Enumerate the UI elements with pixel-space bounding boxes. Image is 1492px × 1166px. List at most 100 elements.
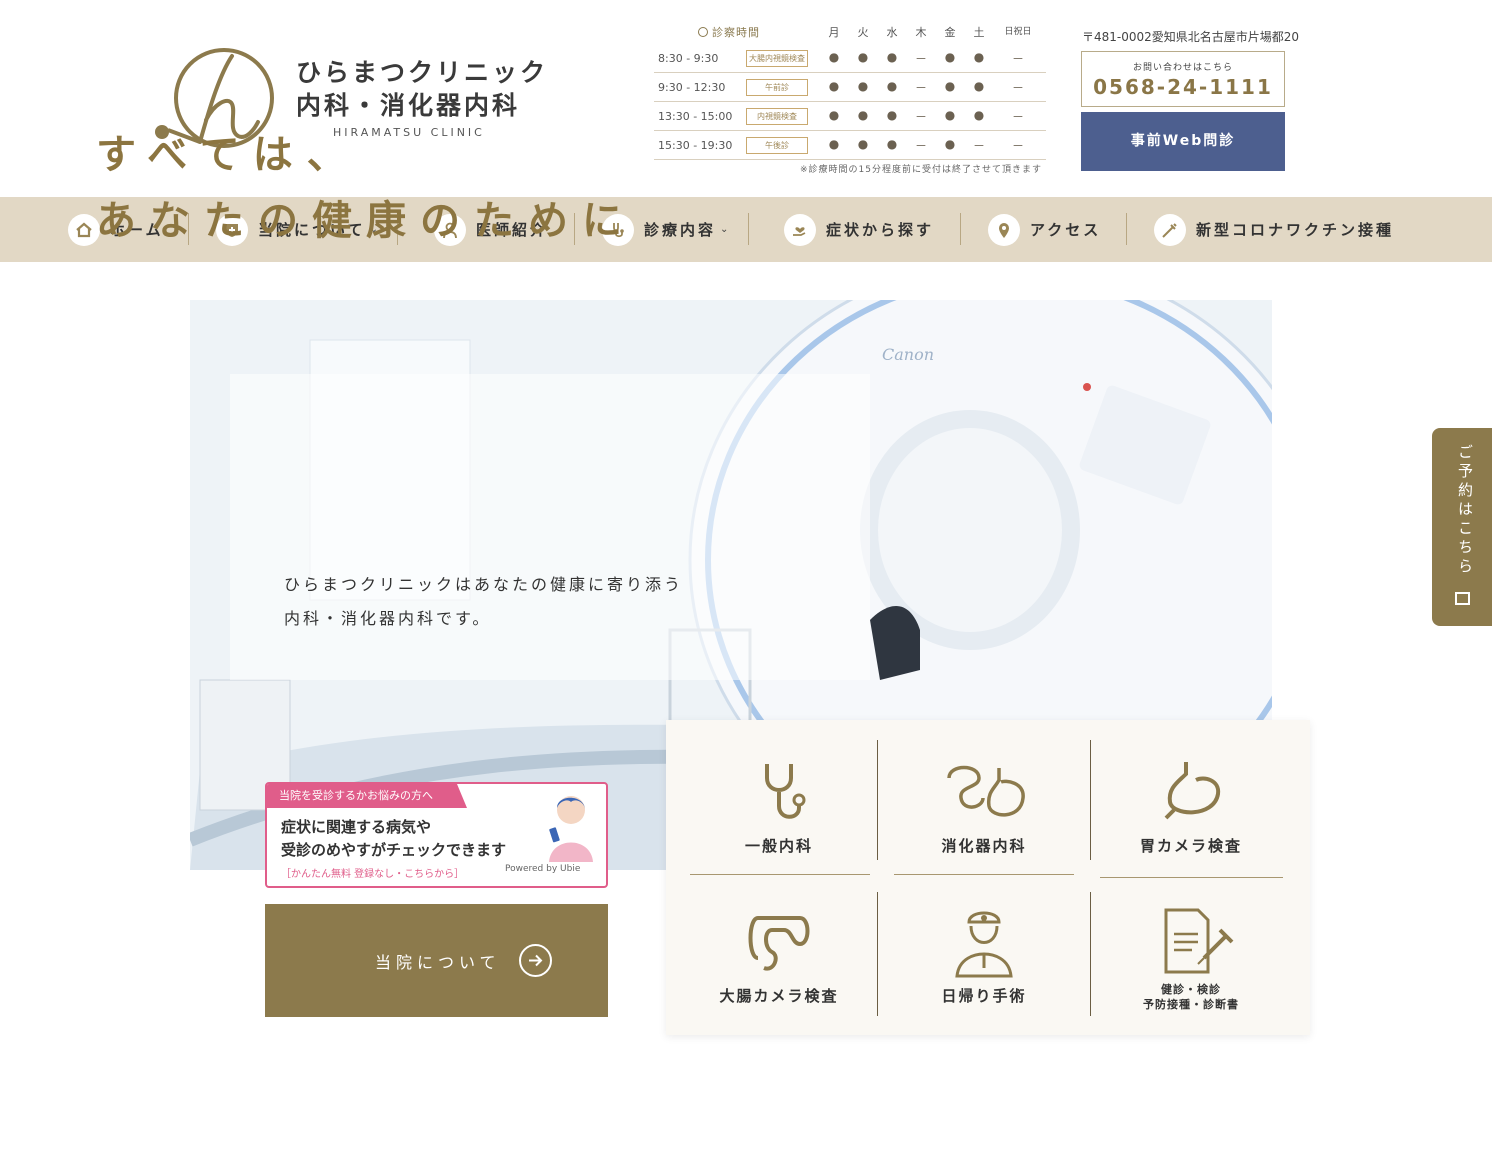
reservation-side-tab[interactable]: ご予約はこちら <box>1432 428 1492 626</box>
surgeon-icon <box>955 911 1013 978</box>
hours-tag: 大腸内視鏡検査 <box>746 50 808 67</box>
hours-mark: ● <box>886 137 898 151</box>
hours-mark: ● <box>973 50 985 64</box>
clinic-department: 内科・消化器内科 <box>296 91 521 120</box>
day-wed: 水 <box>886 26 898 39</box>
hand-heart-icon <box>784 213 816 246</box>
hours-time: 15:30 - 19:30 <box>658 139 733 152</box>
reservation-tab-label: ご予約はこちら <box>1456 444 1474 577</box>
nav-item-covid-vaccine[interactable]: 新型コロナワクチン接種 <box>1154 197 1394 262</box>
grid-divider <box>877 892 878 1016</box>
grid-divider <box>877 740 878 860</box>
hours-mark: ● <box>828 50 840 64</box>
day-tue: 火 <box>857 26 869 39</box>
hours-title: 診察時間 <box>698 24 760 40</box>
window-icon <box>1455 592 1470 605</box>
ubie-tag: 当院を受診するかお悩みの方へ <box>267 784 467 808</box>
hours-mark: － <box>914 52 927 66</box>
nav-label: 診療内容 <box>644 221 717 239</box>
day-sat: 土 <box>973 26 985 39</box>
web-questionnaire-button[interactable]: 事前Web問診 <box>1081 112 1285 171</box>
nav-divider <box>960 213 961 245</box>
hours-mark: ● <box>944 50 956 64</box>
hero-subtext-line2: 内科・消化器内科です。 <box>284 609 492 628</box>
nav-label: アクセス <box>1030 221 1102 239</box>
hours-mark: ● <box>886 108 898 122</box>
nav-label: 症状から探す <box>826 221 935 239</box>
hours-mark: ● <box>944 79 956 93</box>
ubie-symptom-checker-banner[interactable]: 当院を受診するかお悩みの方へ 症状に関連する病気や 受診のめやすがチェックできま… <box>265 782 608 888</box>
hours-mark: ● <box>973 108 985 122</box>
ubie-message-line1: 症状に関連する病気や <box>281 818 432 836</box>
intestine-stomach-icon <box>947 765 1025 817</box>
grid-divider <box>690 874 870 875</box>
hours-mark: ● <box>828 79 840 93</box>
service-label: 胃カメラ検査 <box>1139 837 1242 855</box>
service-label: 一般内科 <box>744 837 813 855</box>
stomach-icon <box>1164 762 1221 820</box>
hours-row: 13:30 - 15:00 内視鏡検査 ● ● ● － ● ● － <box>654 102 1046 131</box>
grid-divider <box>1090 892 1091 1016</box>
phone-number[interactable]: 0568-24-1111 <box>1082 75 1284 99</box>
day-sun-holiday: 日祝日 <box>1004 27 1032 37</box>
hours-mark: ● <box>857 137 869 151</box>
grid-divider <box>894 874 1074 875</box>
hero-subtext: ひらまつクリニックはあなたの健康に寄り添う 内科・消化器内科です。 <box>284 568 683 636</box>
service-colonoscopy[interactable]: 大腸カメラ検査 <box>686 908 872 1004</box>
hours-mark: ● <box>886 79 898 93</box>
hours-tag: 内視鏡検査 <box>746 108 808 125</box>
hours-mark: ● <box>944 137 956 151</box>
hours-mark: ● <box>828 108 840 122</box>
hero-subtext-line1: ひらまつクリニックはあなたの健康に寄り添う <box>284 575 684 594</box>
nav-item-symptoms[interactable]: 症状から探す <box>784 197 934 262</box>
colon-icon <box>748 916 810 971</box>
about-clinic-button[interactable]: 当院について <box>265 904 608 1017</box>
hero-headline: すべては、 あなたの健康のために <box>96 122 636 254</box>
service-gastroenterology[interactable]: 消化器内科 <box>891 758 1077 854</box>
hours-time: 13:30 - 15:00 <box>658 110 733 123</box>
hours-row: 8:30 - 9:30 大腸内視鏡検査 ● ● ● － ● ● － <box>654 44 1046 73</box>
nav-divider <box>748 213 749 245</box>
hours-mark: ● <box>886 50 898 64</box>
contact-label: お問い合わせはこちら <box>1132 63 1233 73</box>
map-pin-icon <box>988 213 1020 246</box>
ubie-message: 症状に関連する病気や 受診のめやすがチェックできます <box>281 816 506 862</box>
service-label-line2: 予防接種・診断書 <box>1143 998 1239 1011</box>
phone-contact[interactable]: お問い合わせはこちら 0568-24-1111 <box>1081 51 1285 107</box>
hours-mark: ● <box>857 108 869 122</box>
hours-mark: － <box>914 81 927 95</box>
service-label: 日帰り手術 <box>941 987 1027 1005</box>
hours-mark: － <box>1011 139 1024 153</box>
hours-mark: ● <box>944 108 956 122</box>
day-fri: 金 <box>944 26 956 39</box>
grid-divider <box>1090 740 1091 860</box>
clinic-address: 〒481-0002愛知県北名古屋市片場都20 <box>1082 30 1300 44</box>
hours-mark: － <box>1011 110 1024 124</box>
hours-mark: － <box>914 139 927 153</box>
service-gastroscopy[interactable]: 胃カメラ検査 <box>1098 758 1284 854</box>
clock-icon <box>698 27 708 37</box>
service-checkup-vaccination-certificate[interactable]: 健診・検診 予防接種・診断書 <box>1098 908 1284 1012</box>
hero-headline-line1: すべては、 <box>96 132 361 178</box>
hero-headline-line2: あなたの健康のために <box>96 198 636 244</box>
consultation-hours-table: 診察時間 月 火 水 木 金 土 日祝日 8:30 - 9:30 大腸内視鏡検査… <box>654 20 1046 175</box>
ubie-note: ［かんたん無料 登録なし・こちらから］ <box>281 869 465 880</box>
hours-mark: ● <box>973 79 985 93</box>
hours-mark: － <box>1011 52 1024 66</box>
document-syringe-icon <box>1164 908 1234 974</box>
hours-note: ※診療時間の15分程度前に受付は終了させて頂きます <box>800 165 1042 175</box>
hours-title-text: 診察時間 <box>712 26 760 39</box>
ubie-message-line2: 受診のめやすがチェックできます <box>281 841 507 859</box>
hours-time: 8:30 - 9:30 <box>658 52 719 65</box>
about-button-label: 当院について <box>375 953 501 972</box>
service-day-surgery[interactable]: 日帰り手術 <box>891 908 1077 1004</box>
syringe-icon <box>1154 213 1186 246</box>
nav-item-access[interactable]: アクセス <box>988 197 1101 262</box>
hours-tag: 午前診 <box>746 79 808 96</box>
service-general-internal-medicine[interactable]: 一般内科 <box>686 758 872 854</box>
scanner-brand-text: Canon <box>882 345 934 364</box>
hours-tag: 午後診 <box>746 137 808 154</box>
service-label: 健診・検診 予防接種・診断書 <box>1098 982 1284 1012</box>
hours-time: 9:30 - 12:30 <box>658 81 726 94</box>
hours-row: 15:30 - 19:30 午後診 ● ● ● － ● － － <box>654 131 1046 160</box>
